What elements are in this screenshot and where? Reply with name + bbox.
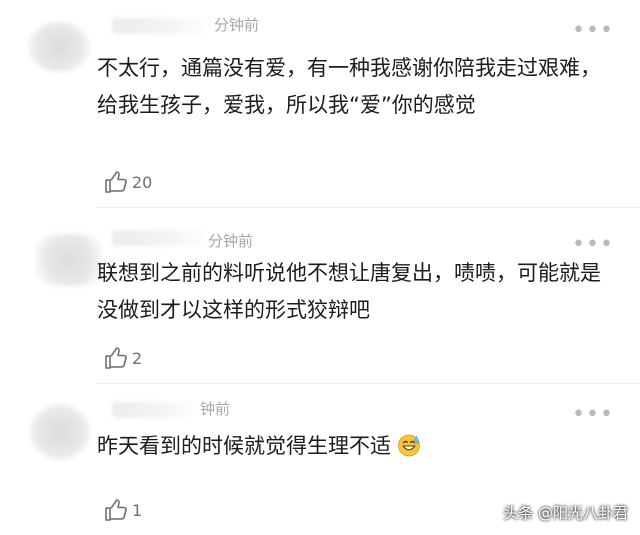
like-count: 20 — [132, 172, 153, 192]
like-button[interactable]: 2 — [103, 346, 142, 370]
more-options-icon[interactable]: ••• — [572, 20, 614, 42]
comment-text: 联想到之前的料听说他不想让唐复出，啧啧，可能就是没做到才以这样的形式狡辩吧 — [97, 261, 601, 322]
username-blurred[interactable] — [112, 18, 212, 34]
avatar[interactable] — [36, 234, 102, 286]
comment-item: 分钟前 ••• 不太行，通篇没有爱，有一种我感谢你陪我走过艰难，给我生孩子，爱我… — [0, 0, 640, 205]
like-count: 2 — [132, 348, 143, 368]
comment-text-body: 昨天看到的时候就觉得生理不适 — [97, 434, 391, 458]
thumbs-up-icon — [105, 171, 127, 193]
like-button[interactable]: 1 — [103, 498, 142, 522]
sweat-smile-emoji — [398, 434, 420, 457]
avatar[interactable] — [30, 404, 90, 460]
like-count: 1 — [132, 500, 143, 520]
watermark: 头条 @阳光八卦君 — [503, 504, 628, 522]
username-blurred[interactable] — [112, 230, 212, 246]
comment-list: 分钟前 ••• 不太行，通篇没有爱，有一种我感谢你陪我走过艰难，给我生孩子，爱我… — [0, 0, 640, 535]
comment-text: 昨天看到的时候就觉得生理不适 — [97, 428, 607, 465]
avatar[interactable] — [28, 22, 90, 72]
comment-item: 分钟前 ••• 联想到之前的料听说他不想让唐复出，啧啧，可能就是没做到才以这样的… — [0, 208, 640, 383]
username-blurred[interactable] — [112, 402, 198, 418]
thumbs-up-icon — [105, 499, 127, 521]
like-button[interactable]: 20 — [103, 170, 152, 194]
more-options-icon[interactable]: ••• — [572, 404, 614, 426]
thumbs-up-icon — [105, 347, 127, 369]
comment-text: 不太行，通篇没有爱，有一种我感谢你陪我走过艰难，给我生孩子，爱我，所以我“爱”你… — [97, 56, 601, 117]
comment-time: 钟前 — [200, 400, 231, 418]
more-options-icon[interactable]: ••• — [572, 234, 614, 256]
comment-time: 分钟前 — [208, 232, 254, 250]
comment-time: 分钟前 — [214, 16, 260, 34]
